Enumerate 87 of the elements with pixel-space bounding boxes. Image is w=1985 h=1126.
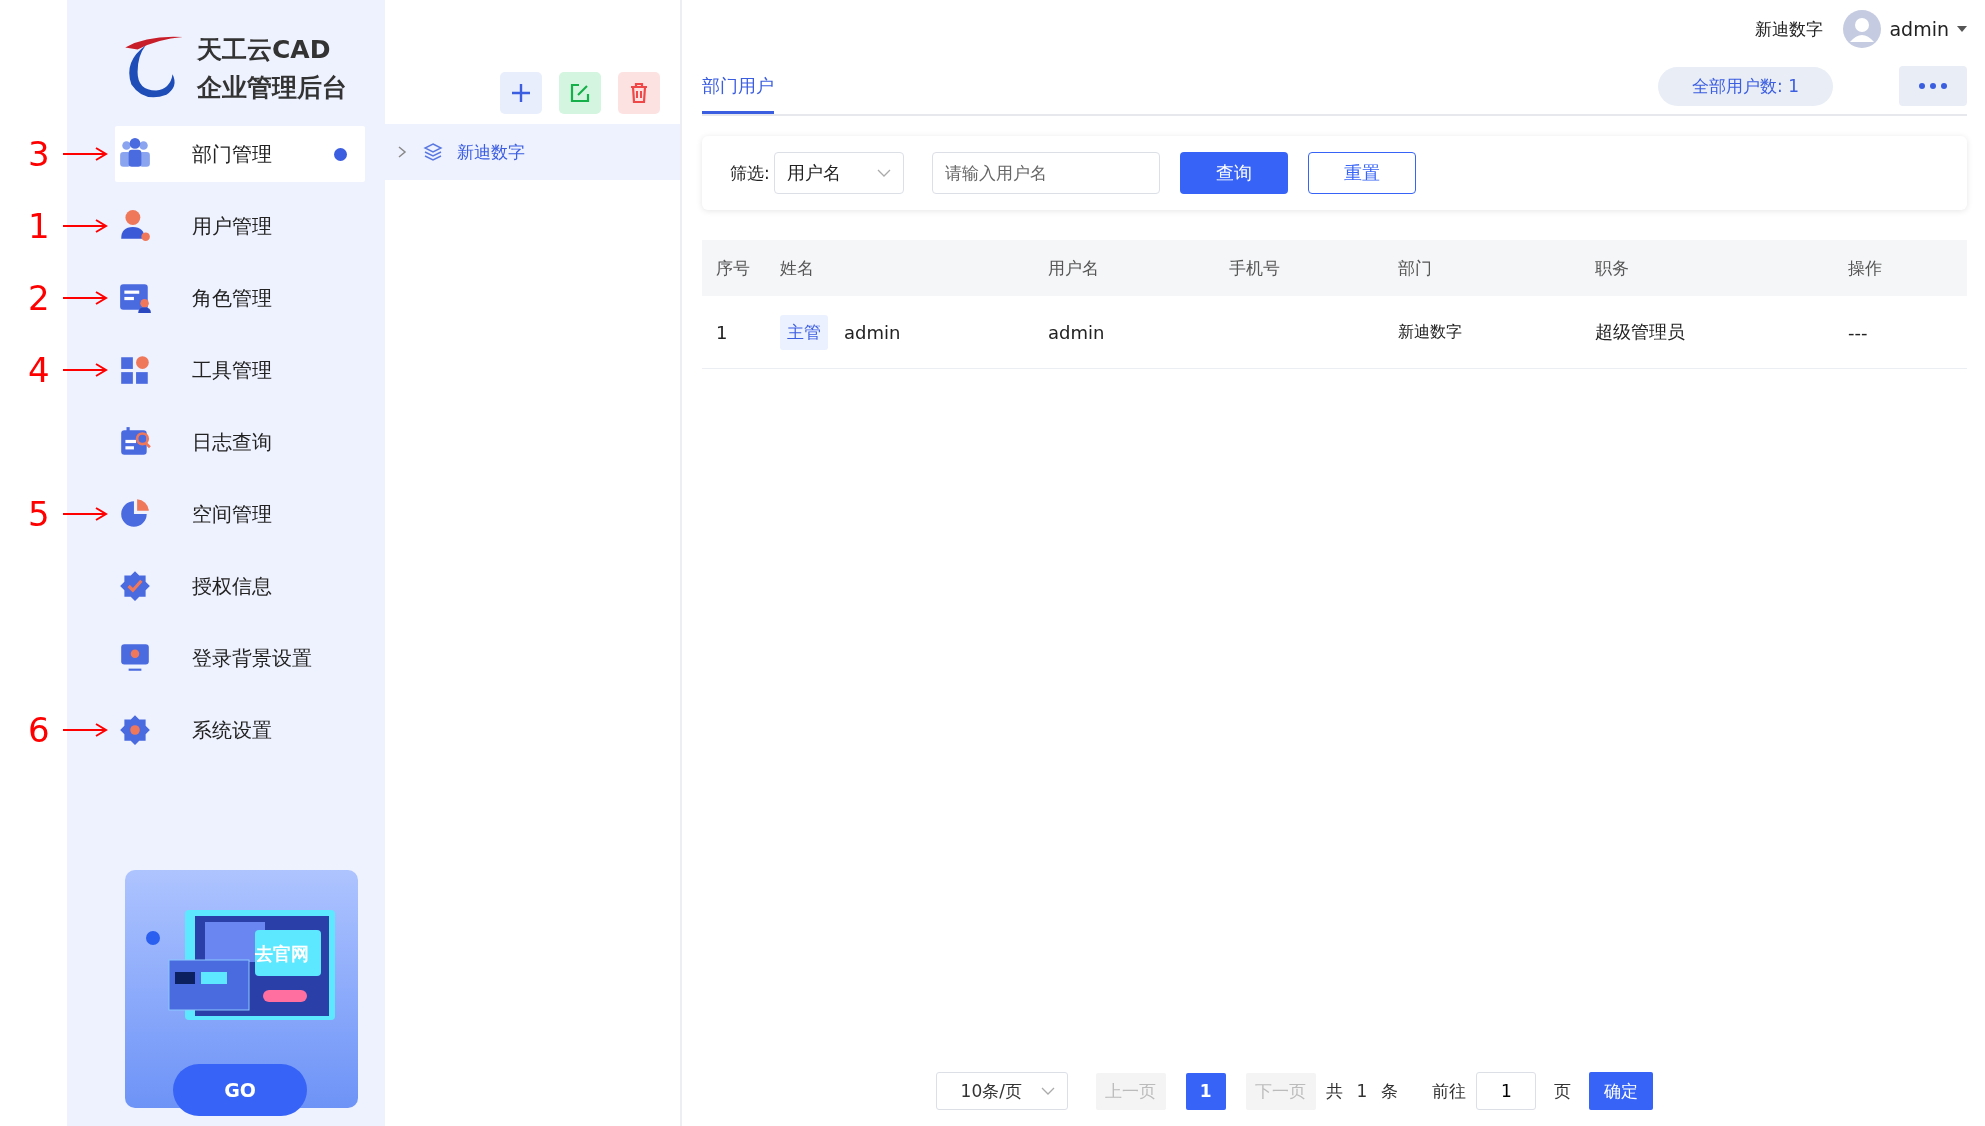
avatar-icon — [1843, 10, 1882, 48]
filter-label: 筛选: — [730, 161, 770, 185]
menu-item[interactable]: 用户管理 — [115, 198, 365, 254]
add-button[interactable] — [500, 72, 542, 114]
query-button[interactable]: 查询 — [1179, 152, 1288, 194]
column-header: 姓名 — [766, 240, 1034, 296]
column-header: 职务 — [1581, 240, 1835, 296]
menu-item[interactable]: 空间管理 — [115, 486, 365, 542]
table-cell: 新迪数字 — [1384, 296, 1582, 369]
plus-icon — [509, 81, 533, 105]
annotation-number: 1 — [28, 206, 50, 246]
total-users-badge: 全部用户数: 1 — [1658, 66, 1833, 106]
more-icon — [1918, 82, 1948, 90]
table-cell: admin — [844, 321, 901, 343]
field-dropdown[interactable]: 用户名 — [773, 152, 904, 194]
menu-item[interactable]: 工具管理 — [115, 342, 365, 398]
menu-label: 用户管理 — [192, 212, 272, 240]
menu-label: 登录背景设置 — [192, 644, 312, 672]
annotation-number: 6 — [28, 710, 50, 750]
node-label: 新迪数字 — [457, 140, 525, 164]
menu-label: 日志查询 — [192, 428, 272, 456]
user-name: admin — [1889, 18, 1949, 40]
annotation-number: 5 — [28, 494, 50, 534]
annotation-arrow — [61, 290, 108, 306]
column-header: 用户名 — [1034, 240, 1215, 296]
goto-label: 前往 — [1432, 1079, 1467, 1103]
check-badge-icon — [118, 569, 152, 603]
table-cell: 1 — [702, 296, 766, 369]
settings-icon — [118, 713, 152, 747]
menu-label: 角色管理 — [192, 284, 272, 312]
page-unit: 页 — [1554, 1079, 1572, 1103]
total-count: 1 — [1356, 1081, 1368, 1101]
blocks-icon — [118, 353, 152, 387]
table-cell: 超级管理员 — [1581, 296, 1835, 369]
goto-page-input[interactable]: 1 — [1476, 1072, 1537, 1110]
total-prefix: 共 — [1325, 1079, 1343, 1103]
id-card-icon — [118, 281, 152, 315]
username-input[interactable]: 请输入用户名 — [931, 152, 1160, 194]
menu-label: 部门管理 — [192, 140, 272, 168]
total-suffix: 条 — [1381, 1079, 1399, 1103]
annotation-arrow — [61, 146, 108, 162]
page-size-dropdown[interactable]: 10条/页 — [935, 1072, 1068, 1110]
menu-item[interactable]: 登录背景设置 — [115, 630, 365, 686]
reset-button[interactable]: 重置 — [1307, 152, 1416, 194]
app-subtitle: 企业管理后台 — [197, 72, 347, 104]
menu-label: 工具管理 — [192, 356, 272, 384]
tab[interactable]: 部门用户 — [702, 58, 774, 114]
caret-icon — [1957, 25, 1967, 33]
column-header: 手机号 — [1214, 240, 1385, 296]
edit-button[interactable] — [559, 72, 601, 114]
confirm-button[interactable]: 确定 — [1589, 1072, 1654, 1110]
table-cell: admin — [1034, 296, 1215, 369]
org-name: 新迪数字 — [1755, 17, 1824, 41]
menu-item[interactable]: 授权信息 — [115, 558, 365, 614]
annotation-arrow — [61, 722, 108, 738]
annotation-number: 4 — [28, 350, 50, 390]
column-header: 操作 — [1834, 240, 1967, 296]
chevron-down-icon — [876, 169, 891, 177]
annotation-number: 3 — [28, 134, 50, 174]
user-gear-icon — [118, 209, 152, 243]
menu-item[interactable]: 系统设置 — [115, 702, 365, 758]
delete-button[interactable] — [618, 72, 660, 114]
column-header: 序号 — [702, 240, 766, 296]
menu-label: 空间管理 — [192, 500, 272, 528]
user-menu[interactable]: admin — [1843, 10, 1967, 48]
promo-screen-text: 去官网 — [255, 942, 309, 966]
go-button[interactable]: GO — [173, 1064, 307, 1116]
chevron-down-icon — [1040, 1087, 1055, 1095]
edit-icon — [568, 81, 592, 105]
annotation-arrow — [61, 506, 108, 522]
layers-icon — [423, 142, 443, 162]
menu-label: 系统设置 — [192, 716, 272, 744]
tree-node[interactable]: 新迪数字 — [385, 124, 680, 180]
annotation-number: 2 — [28, 278, 50, 318]
menu-item[interactable]: 日志查询 — [115, 414, 365, 470]
app-title: 天工云CAD — [197, 34, 332, 66]
menu-label: 授权信息 — [192, 572, 272, 600]
active-dot — [334, 147, 347, 161]
role-tag: 主管 — [780, 314, 828, 350]
table-cell: --- — [1834, 296, 1967, 369]
column-header: 部门 — [1384, 240, 1582, 296]
menu-item[interactable]: 部门管理 — [115, 126, 365, 182]
more-button[interactable] — [1899, 66, 1967, 106]
annotation-arrow — [61, 362, 108, 378]
annotation-arrow — [61, 218, 108, 234]
page-number[interactable]: 1 — [1185, 1072, 1226, 1110]
menu-item[interactable]: 角色管理 — [115, 270, 365, 326]
